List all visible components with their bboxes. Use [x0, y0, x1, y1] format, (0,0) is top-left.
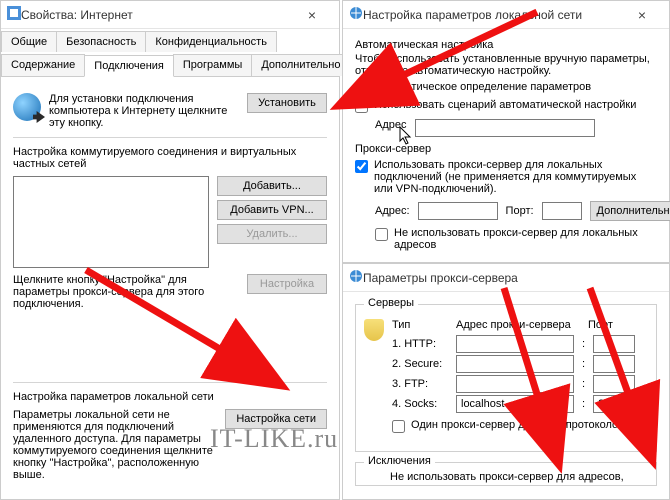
- ftp-address-input[interactable]: [456, 375, 574, 393]
- remove-button[interactable]: Удалить...: [217, 224, 327, 244]
- install-text: Для установки подключения компьютера к И…: [49, 93, 239, 129]
- tab-connections[interactable]: Подключения: [84, 55, 174, 77]
- auto-config-hint: Чтобы использовать установленные вручную…: [355, 53, 657, 77]
- window-title: Параметры прокси-сервера: [363, 271, 518, 285]
- proxy-port-label: Порт:: [506, 205, 534, 217]
- close-icon[interactable]: ×: [291, 2, 333, 28]
- socks-address-input[interactable]: [456, 395, 574, 413]
- control-panel-icon: [7, 6, 21, 23]
- dialup-header: Настройка коммутируемого соединения и ви…: [13, 146, 327, 170]
- exceptions-group-title: Исключения: [364, 455, 435, 467]
- proxy-address-input[interactable]: [418, 202, 498, 220]
- tab-privacy[interactable]: Конфиденциальность: [145, 31, 277, 52]
- exceptions-text: Не использовать прокси-сервер для адресо…: [364, 471, 648, 483]
- auto-detect-label: Автоматическое определение параметров: [374, 81, 591, 93]
- one-proxy-label: Один прокси-сервер для всех протоколов: [411, 419, 624, 431]
- tab-general[interactable]: Общие: [1, 31, 57, 52]
- shield-icon: [364, 319, 384, 341]
- use-script-checkbox[interactable]: [355, 100, 368, 113]
- secure-address-input[interactable]: [456, 355, 574, 373]
- col-address: Адрес прокси-сервера: [456, 319, 580, 331]
- socks-label: 4. Socks:: [392, 398, 448, 410]
- settings-button[interactable]: Настройка: [247, 274, 327, 294]
- add-button[interactable]: Добавить...: [217, 176, 327, 196]
- ftp-port-input[interactable]: [593, 375, 635, 393]
- script-address-input[interactable]: [415, 119, 595, 137]
- bypass-local-label: Не использовать прокси-сервер для локаль…: [394, 227, 657, 251]
- servers-group-title: Серверы: [364, 297, 418, 309]
- one-proxy-checkbox[interactable]: [392, 420, 405, 433]
- use-proxy-label: Использовать прокси-сервер для локальных…: [374, 159, 657, 195]
- tabs-row-1: Общие Безопасность Конфиденциальность: [1, 31, 339, 52]
- col-port: Порт: [588, 319, 628, 331]
- auto-config-header: Автоматическая настройка: [355, 39, 657, 51]
- tab-content[interactable]: Содержание: [1, 54, 85, 76]
- col-type: Тип: [392, 319, 448, 331]
- proxy-settings-window: Параметры прокси-сервера Серверы Тип Адр…: [342, 263, 670, 500]
- globe-small-icon: [349, 6, 363, 23]
- titlebar: Параметры прокси-сервера: [343, 264, 669, 292]
- socks-port-input[interactable]: [593, 395, 635, 413]
- window-title: Свойства: Интернет: [21, 8, 133, 22]
- secure-port-input[interactable]: [593, 355, 635, 373]
- advanced-button[interactable]: Дополнительно: [590, 201, 670, 221]
- add-vpn-button[interactable]: Добавить VPN...: [217, 200, 327, 220]
- globe-icon: [13, 93, 41, 121]
- lan-settings-button[interactable]: Настройка сети: [225, 409, 327, 429]
- install-button[interactable]: Установить: [247, 93, 327, 113]
- use-script-label: Использовать сценарий автоматической нас…: [374, 99, 636, 111]
- tab-security[interactable]: Безопасность: [56, 31, 146, 52]
- tabs-row-2: Содержание Подключения Программы Дополни…: [1, 54, 339, 77]
- proxy-hint: Щелкните кнопку "Настройка" для параметр…: [13, 274, 239, 310]
- window-title: Настройка параметров локальной сети: [363, 8, 582, 22]
- close-icon[interactable]: ×: [621, 2, 663, 28]
- auto-detect-checkbox[interactable]: [355, 82, 368, 95]
- http-address-input[interactable]: [456, 335, 574, 353]
- bypass-local-checkbox[interactable]: [375, 228, 388, 241]
- lan-settings-window: Настройка параметров локальной сети × Ав…: [342, 0, 670, 263]
- lan-header: Настройка параметров локальной сети: [13, 391, 327, 403]
- use-proxy-checkbox[interactable]: [355, 160, 368, 173]
- secure-label: 2. Secure:: [392, 358, 448, 370]
- connections-pane: Для установки подключения компьютера к И…: [1, 77, 339, 497]
- http-port-input[interactable]: [593, 335, 635, 353]
- internet-properties-window: Свойства: Интернет × Общие Безопасность …: [0, 0, 340, 500]
- tab-advanced[interactable]: Дополнительно: [251, 54, 350, 76]
- proxy-address-label: Адрес:: [375, 205, 410, 217]
- titlebar: Свойства: Интернет ×: [1, 1, 339, 29]
- proxy-port-input[interactable]: [542, 202, 582, 220]
- tab-programs[interactable]: Программы: [173, 54, 252, 76]
- lan-text: Параметры локальной сети не применяются …: [13, 409, 217, 481]
- ftp-label: 3. FTP:: [392, 378, 448, 390]
- connections-listbox[interactable]: [13, 176, 209, 268]
- mouse-cursor-icon: [399, 126, 413, 146]
- titlebar: Настройка параметров локальной сети ×: [343, 1, 669, 29]
- globe-small-icon: [349, 269, 363, 286]
- http-label: 1. HTTP:: [392, 338, 448, 350]
